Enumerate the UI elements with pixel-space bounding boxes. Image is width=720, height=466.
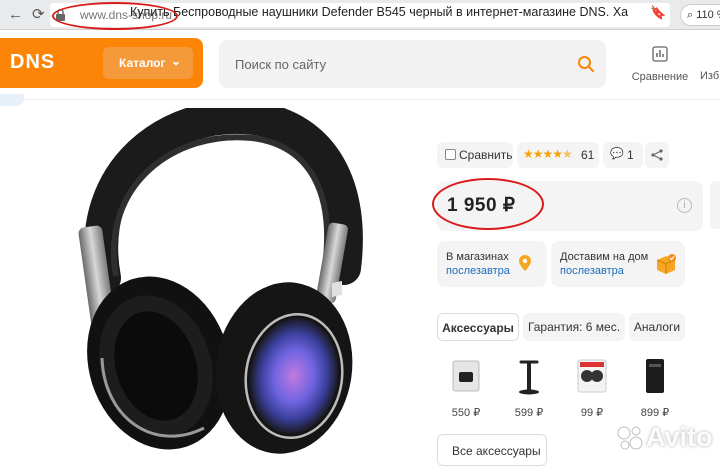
logo-text: DNS [10, 51, 56, 73]
chevron-down-icon: ⌄ [171, 54, 182, 68]
bookmark-icon[interactable]: 🔖 [650, 5, 666, 21]
tab-accessories[interactable]: Аксессуары [437, 313, 519, 341]
top-banner-fragment [0, 94, 24, 106]
reviews-count: 61 [581, 148, 595, 162]
catalog-label: Каталог [119, 56, 166, 70]
location-pin-icon [519, 255, 531, 271]
comments-count: 1 [627, 148, 634, 162]
header-divider [0, 99, 720, 100]
share-button[interactable] [645, 142, 669, 168]
comments-button[interactable]: 💬 1 [603, 142, 643, 168]
zoom-magnifier-icon: ⌕ [687, 9, 694, 21]
search-icon[interactable] [577, 55, 595, 73]
buy-button-fragment[interactable] [710, 181, 720, 229]
home-delivery-date[interactable]: послезавтра [560, 265, 624, 277]
bar-chart-icon [652, 46, 668, 62]
search-input[interactable]: Поиск по сайту [219, 40, 606, 88]
home-delivery[interactable]: Доставим на дом послезавтра [551, 241, 685, 287]
watermark-text: Avito [646, 422, 713, 452]
headphone-stand-image [519, 360, 539, 395]
info-icon[interactable]: i [677, 198, 692, 213]
compare-button[interactable]: Сравнить [437, 142, 513, 168]
favorites-header-label[interactable]: Изб [700, 70, 719, 82]
accessory-price: 599 ₽ [514, 407, 544, 419]
all-accessories-button[interactable]: Все аксессуары [437, 434, 547, 466]
store-availability-date[interactable]: послезавтра [446, 265, 510, 277]
power-bank-image [646, 359, 664, 393]
accessory-price: 99 ₽ [580, 407, 604, 419]
accessory-item[interactable]: 550 ₽ [443, 356, 489, 419]
product-actions: Сравнить ★★★★★ 61 💬 1 [437, 142, 677, 168]
ear-pads-image [577, 359, 607, 393]
price-block: 1 950 ₽ i [437, 181, 703, 231]
compare-header-label: Сравнение [631, 71, 689, 83]
zoom-level: 110 % [696, 9, 720, 21]
page-title: Купить Беспроводные наушники Defender B5… [130, 5, 629, 19]
compare-header-link[interactable]: Сравнение [628, 46, 692, 83]
accessory-item[interactable]: 99 ₽ [569, 356, 615, 419]
zoom-indicator[interactable]: ⌕ 110 % [680, 4, 720, 26]
lock-icon [56, 9, 65, 21]
avito-watermark: Avito [616, 418, 716, 458]
compare-checkbox[interactable] [445, 149, 456, 160]
share-icon [651, 149, 663, 161]
accessory-price: 550 ₽ [451, 407, 481, 419]
avito-logo-icon [617, 426, 643, 450]
delivery-box-icon [656, 254, 676, 274]
accessory-item[interactable]: 899 ₽ [632, 356, 678, 419]
site-header: DNS Каталог ⌄ Поиск по сайту Сравнение И… [0, 38, 720, 92]
tab-analogs[interactable]: Аналоги [629, 313, 685, 341]
store-availability[interactable]: В магазинах послезавтра [437, 241, 547, 287]
dns-logo[interactable]: DNS Каталог ⌄ [0, 38, 203, 88]
product-price: 1 950 ₽ [447, 195, 516, 216]
catalog-button[interactable]: Каталог ⌄ [103, 47, 193, 79]
comment-bubble-icon: 💬 [610, 148, 624, 160]
accessory-item[interactable]: 599 ₽ [506, 356, 552, 419]
browser-toolbar: ← ⟳ www.dns-shop.ru Купить Беспроводные … [0, 0, 720, 30]
search-placeholder: Поиск по сайту [235, 57, 327, 72]
compare-label: Сравнить [459, 148, 513, 162]
tab-warranty[interactable]: Гарантия: 6 мес. [523, 313, 625, 341]
home-delivery-label: Доставим на дом [560, 251, 649, 263]
back-arrow-icon[interactable]: ← [8, 6, 23, 24]
rating-stars-icon: ★★★★★ [523, 147, 573, 161]
headphones-product-image[interactable] [64, 108, 364, 458]
reload-icon[interactable]: ⟳ [32, 6, 45, 24]
bluetooth-adapter-image [452, 360, 480, 392]
rating-badge[interactable]: ★★★★★ 61 [517, 142, 599, 168]
store-availability-label: В магазинах [446, 251, 509, 263]
